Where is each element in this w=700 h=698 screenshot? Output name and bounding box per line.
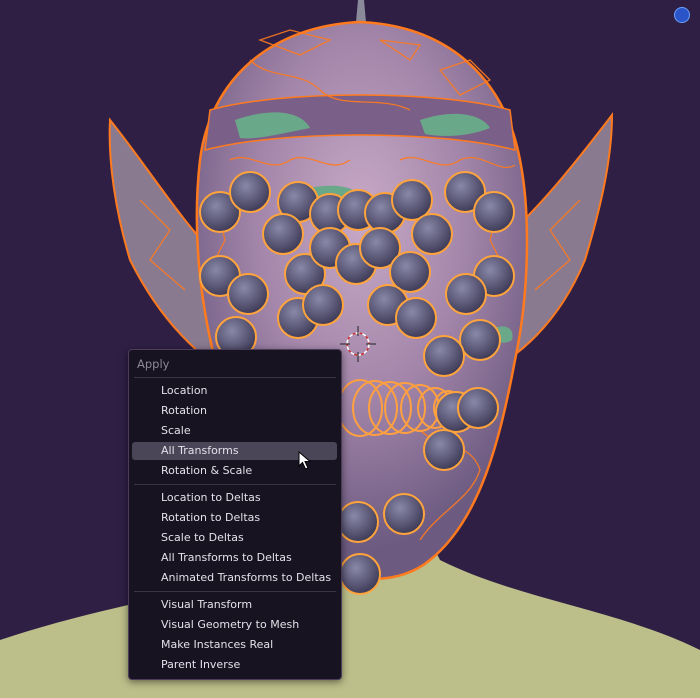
- menu-item-label: Scale to Deltas: [161, 531, 244, 544]
- menu-item-scale[interactable]: Scale: [132, 422, 337, 440]
- 3d-viewport[interactable]: [0, 0, 700, 698]
- menu-item-visual-geometry-to-mesh[interactable]: Visual Geometry to Mesh: [132, 616, 337, 634]
- menu-item-label: Parent Inverse: [161, 658, 241, 671]
- menu-item-animated-transforms-to-deltas[interactable]: Animated Transforms to Deltas: [132, 569, 337, 587]
- menu-item-location-to-deltas[interactable]: Location to Deltas: [132, 489, 337, 507]
- menu-item-visual-transform[interactable]: Visual Transform: [132, 596, 337, 614]
- menu-item-label: All Transforms to Deltas: [161, 551, 292, 564]
- menu-item-rotation-to-deltas[interactable]: Rotation to Deltas: [132, 509, 337, 527]
- menu-item-rotation[interactable]: Rotation: [132, 402, 337, 420]
- menu-separator: [134, 591, 336, 592]
- menu-item-label: Make Instances Real: [161, 638, 274, 651]
- menu-item-label: Scale: [161, 424, 191, 437]
- menu-item-label: Visual Geometry to Mesh: [161, 618, 300, 631]
- menu-separator: [134, 377, 336, 378]
- menu-item-label: Rotation to Deltas: [161, 511, 261, 524]
- menu-item-label: Animated Transforms to Deltas: [161, 571, 332, 584]
- menu-item-make-instances-real[interactable]: Make Instances Real: [132, 636, 337, 654]
- menu-separator: [134, 484, 336, 485]
- mouse-pointer-icon: [298, 451, 312, 470]
- apply-menu: Apply Location Rotation Scale All Transf…: [128, 349, 342, 680]
- menu-item-label: Visual Transform: [161, 598, 253, 611]
- menu-item-parent-inverse[interactable]: Parent Inverse: [132, 656, 337, 674]
- menu-item-label: Location to Deltas: [161, 491, 261, 504]
- menu-item-all-transforms-to-deltas[interactable]: All Transforms to Deltas: [132, 549, 337, 567]
- menu-title: Apply: [137, 357, 170, 371]
- navigation-gizmo-icon[interactable]: [674, 7, 690, 23]
- menu-item-label: Rotation: [161, 404, 208, 417]
- menu-item-label: Rotation & Scale: [161, 464, 253, 477]
- menu-item-location[interactable]: Location: [132, 382, 337, 400]
- menu-item-scale-to-deltas[interactable]: Scale to Deltas: [132, 529, 337, 547]
- antenna: [356, 0, 366, 22]
- menu-item-label: All Transforms: [161, 444, 239, 457]
- menu-item-label: Location: [161, 384, 208, 397]
